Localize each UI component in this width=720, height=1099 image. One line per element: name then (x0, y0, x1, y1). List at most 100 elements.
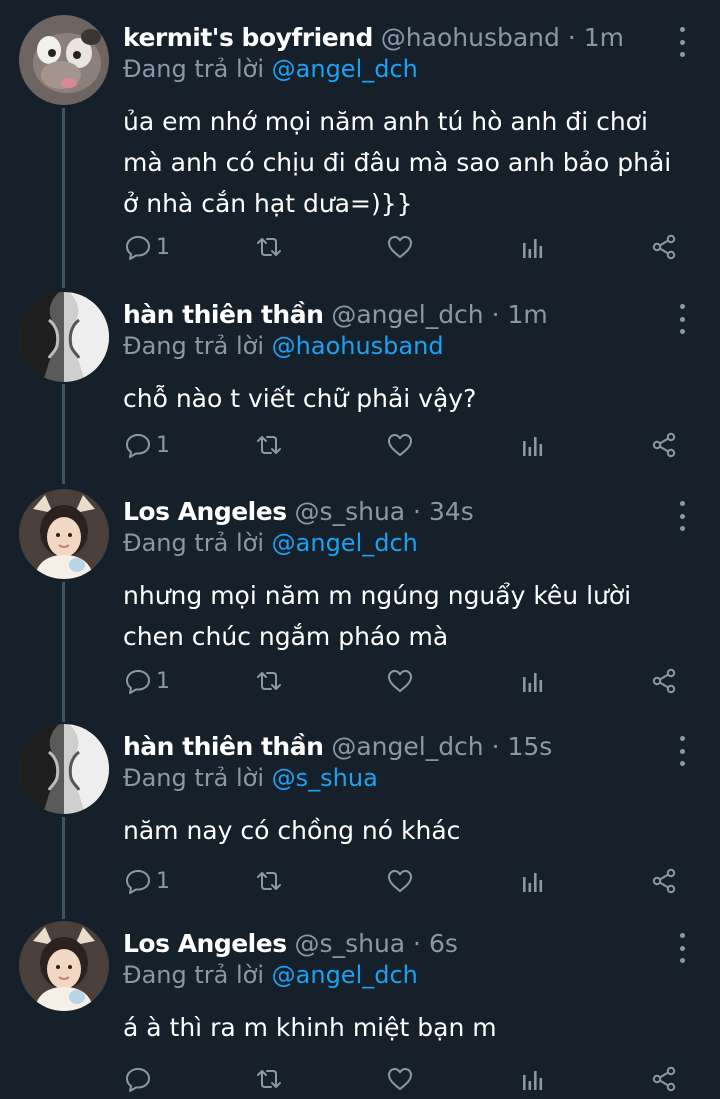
retweet-icon (255, 233, 283, 261)
avatar[interactable] (19, 292, 109, 382)
action-bar: 1 (0, 227, 720, 267)
avatar[interactable] (19, 724, 109, 814)
retweet-button[interactable] (255, 861, 283, 901)
tweet-header: Los Angeles @s_shua · 6s (123, 929, 458, 958)
stats-button[interactable] (518, 1059, 546, 1099)
mention-link[interactable]: @s_shua (272, 764, 378, 792)
action-bar: 1 (0, 861, 720, 901)
reply-icon (124, 867, 152, 895)
share-button[interactable] (650, 1059, 678, 1099)
display-name[interactable]: Los Angeles (123, 929, 287, 958)
mention-link[interactable]: @haohusband (272, 332, 444, 360)
display-name[interactable]: hàn thiên thần (123, 300, 324, 329)
reply-button[interactable]: 1 (124, 227, 170, 267)
like-icon (386, 233, 414, 261)
timestamp[interactable]: 15s (508, 732, 553, 761)
stats-button[interactable] (518, 227, 546, 267)
user-handle[interactable]: @angel_dch (331, 732, 483, 761)
separator-dot: · (405, 497, 429, 526)
more-options-icon[interactable] (672, 736, 692, 766)
replying-to: Đang trả lời @angel_dch (123, 529, 418, 557)
share-icon (650, 1065, 678, 1093)
retweet-icon (255, 1065, 283, 1093)
display-name[interactable]: hàn thiên thần (123, 732, 324, 761)
tweet-text: á à thì ra m khinh miệt bạn m (123, 1013, 497, 1042)
user-handle[interactable]: @s_shua (295, 929, 406, 958)
like-button[interactable] (386, 1059, 414, 1099)
retweet-icon (255, 667, 283, 695)
mirrored-portrait-avatar-icon (19, 724, 109, 814)
more-options-icon[interactable] (672, 501, 692, 531)
like-button[interactable] (386, 661, 414, 701)
stats-icon (518, 431, 546, 459)
user-handle[interactable]: @haohusband (381, 23, 560, 52)
like-button[interactable] (386, 425, 414, 465)
like-button[interactable] (386, 227, 414, 267)
stats-button[interactable] (518, 861, 546, 901)
reply-button[interactable]: 1 (124, 425, 170, 465)
retweet-button[interactable] (255, 1059, 283, 1099)
mention-link[interactable]: @angel_dch (272, 529, 418, 557)
reply-button[interactable] (124, 1059, 156, 1099)
timestamp[interactable]: 34s (429, 497, 474, 526)
share-button[interactable] (650, 227, 678, 267)
stats-button[interactable] (518, 425, 546, 465)
avatar[interactable] (19, 489, 109, 579)
reply-icon (124, 667, 152, 695)
separator-dot: · (405, 929, 429, 958)
display-name[interactable]: Los Angeles (123, 497, 287, 526)
avatar[interactable] (19, 15, 109, 105)
stats-icon (518, 1065, 546, 1093)
retweet-icon (255, 867, 283, 895)
tweet-header: hàn thiên thần @angel_dch · 15s (123, 732, 552, 761)
replying-label: Đang trả lời (123, 55, 265, 83)
tweet-text: năm nay có chồng nó khác (123, 816, 461, 845)
more-options-icon[interactable] (672, 933, 692, 963)
deer-ears-portrait-avatar-icon (19, 489, 109, 579)
replying-to: Đang trả lời @haohusband (123, 332, 444, 360)
separator-dot: · (483, 300, 508, 329)
stats-icon (518, 233, 546, 261)
tweet-text: ủa em nhớ mọi năm anh tú hò anh đi chơi … (123, 107, 672, 218)
thread-line (62, 582, 65, 722)
stats-button[interactable] (518, 661, 546, 701)
plush-toy-avatar-icon (19, 15, 109, 105)
avatar[interactable] (19, 921, 109, 1011)
tweet-text: chỗ nào t viết chữ phải vậy? (123, 384, 477, 413)
reply-icon (124, 1065, 152, 1093)
mention-link[interactable]: @angel_dch (272, 55, 418, 83)
retweet-button[interactable] (255, 227, 283, 267)
share-button[interactable] (650, 425, 678, 465)
timestamp[interactable]: 6s (429, 929, 458, 958)
share-button[interactable] (650, 661, 678, 701)
action-bar (0, 1059, 720, 1099)
user-handle[interactable]: @angel_dch (331, 300, 483, 329)
deer-ears-portrait-avatar-icon (19, 921, 109, 1011)
more-options-icon[interactable] (672, 304, 692, 334)
mirrored-portrait-avatar-icon (19, 292, 109, 382)
share-icon (650, 431, 678, 459)
reply-button[interactable]: 1 (124, 661, 170, 701)
timestamp[interactable]: 1m (508, 300, 548, 329)
display-name[interactable]: kermit's boyfriend (123, 23, 373, 52)
replying-to: Đang trả lời @s_shua (123, 764, 378, 792)
timestamp[interactable]: 1m (584, 23, 624, 52)
like-icon (386, 431, 414, 459)
reply-count: 1 (156, 234, 170, 260)
user-handle[interactable]: @s_shua (295, 497, 406, 526)
mention-link[interactable]: @angel_dch (272, 961, 418, 989)
replying-label: Đang trả lời (123, 529, 265, 557)
separator-dot: · (559, 23, 584, 52)
replying-label: Đang trả lời (123, 961, 265, 989)
tweet-header: hàn thiên thần @angel_dch · 1m (123, 300, 548, 329)
share-button[interactable] (650, 861, 678, 901)
reply-count: 1 (156, 668, 170, 694)
retweet-button[interactable] (255, 661, 283, 701)
reply-count: 1 (156, 868, 170, 894)
retweet-button[interactable] (255, 425, 283, 465)
more-options-icon[interactable] (672, 27, 692, 57)
replying-label: Đang trả lời (123, 764, 265, 792)
like-button[interactable] (386, 861, 414, 901)
reply-button[interactable]: 1 (124, 861, 170, 901)
share-icon (650, 867, 678, 895)
